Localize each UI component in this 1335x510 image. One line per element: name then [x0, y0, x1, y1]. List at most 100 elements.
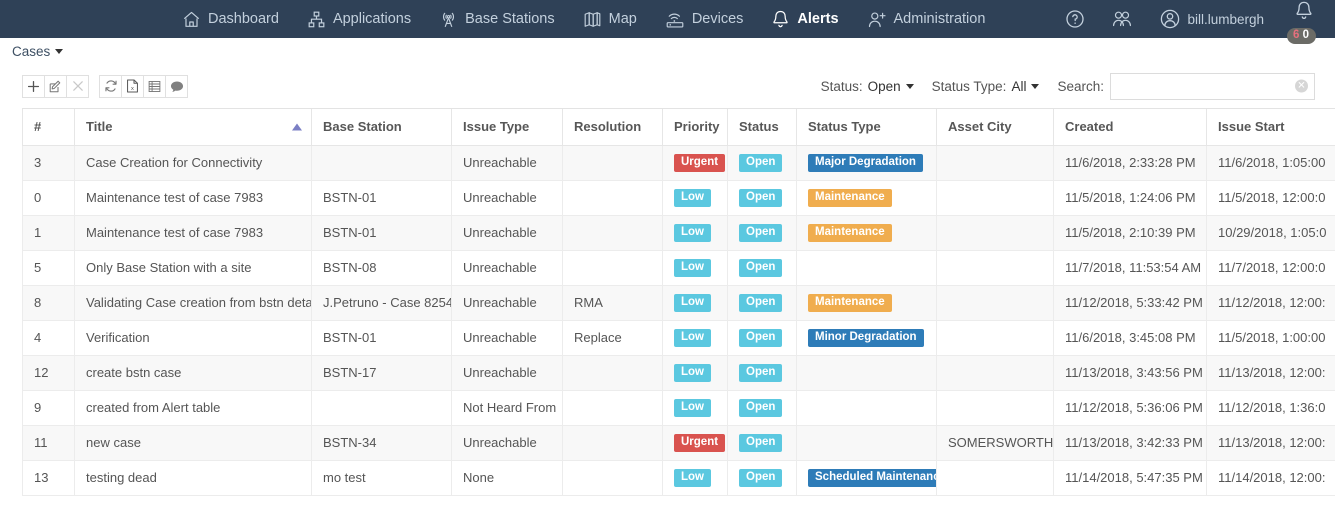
alerts-notification-button[interactable]: 6 0 [1277, 0, 1335, 44]
column-header-base-station[interactable]: Base Station [311, 109, 452, 146]
table-row[interactable]: 5 Only Base Station with a site BSTN-08 Unr… [22, 249, 1335, 286]
status-type-filter[interactable]: Status Type: All [932, 79, 1040, 94]
refresh-button[interactable] [99, 74, 122, 98]
column-header-issue-start[interactable]: Issue Start [1206, 109, 1335, 146]
cell-crea: 11/14/2018, 5:47:35 PM [1053, 459, 1207, 496]
stype-badge: Maintenance [808, 188, 892, 208]
cell-title: Maintenance test of case 7983 [74, 179, 312, 216]
cell-stat: Open [727, 459, 797, 496]
cell-res: Replace [562, 319, 663, 356]
search-filter: Search: ✕ [1057, 72, 1315, 100]
export-excel-button[interactable]: x [121, 74, 144, 98]
delete-button [66, 74, 89, 98]
cell-stat: Open [727, 424, 797, 461]
cell-num: 9 [22, 389, 75, 426]
cell-res [562, 459, 663, 496]
prio-badge: Low [674, 398, 711, 418]
search-label: Search: [1057, 78, 1104, 94]
cell-issue: Not Heard From [451, 389, 563, 426]
cell-city [936, 354, 1054, 391]
table-row[interactable]: 13 testing dead mo test None Low Open Schedule… [22, 459, 1335, 496]
cell-bstn: BSTN-01 [311, 179, 452, 216]
nav-item-map[interactable]: Map [569, 0, 651, 38]
nav-item-administration[interactable]: Administration [853, 0, 1000, 38]
caret-down-icon [1031, 83, 1040, 89]
nav-item-dashboard[interactable]: Dashboard [168, 0, 293, 38]
sitemap-icon [307, 10, 326, 29]
cell-title: new case [74, 424, 312, 461]
prio-badge: Low [674, 258, 711, 278]
cell-istart: 10/29/2018, 1:05:0 [1206, 214, 1335, 251]
column-header-priority[interactable]: Priority [662, 109, 728, 146]
cell-stat: Open [727, 389, 797, 426]
filter-bar: Status: Open Status Type: All Search: ✕ [821, 72, 1315, 100]
cell-stype: Maintenance [796, 284, 937, 321]
add-button[interactable] [22, 74, 45, 98]
cell-istart: 11/6/2018, 1:05:00 [1206, 144, 1335, 181]
edit-button[interactable] [44, 74, 67, 98]
column-header-title-label: Title [86, 119, 113, 135]
prio-badge: Low [674, 363, 711, 383]
cell-istart: 11/12/2018, 12:00: [1206, 284, 1335, 321]
columns-button[interactable] [143, 74, 166, 98]
bell-icon [1293, 0, 1315, 23]
status-type-filter-value[interactable]: All [1011, 79, 1040, 94]
status-filter-value[interactable]: Open [868, 79, 914, 94]
nav-item-devices[interactable]: Devices [651, 0, 758, 38]
cell-stype [796, 424, 937, 461]
clear-circle-icon[interactable]: ✕ [1295, 79, 1308, 93]
table-row[interactable]: 8 Validating Case creation from bstn deta… [22, 284, 1335, 321]
stat-badge: Open [739, 223, 783, 243]
cell-prio: Urgent [662, 144, 728, 181]
cell-bstn: BSTN-08 [311, 249, 452, 286]
cell-num: 0 [22, 179, 75, 216]
breadcrumb-cases[interactable]: Cases [12, 44, 64, 59]
cell-stype [796, 354, 937, 391]
cell-istart: 11/14/2018, 12:00: [1206, 459, 1335, 496]
cell-prio: Urgent [662, 424, 728, 461]
stat-badge: Open [739, 153, 783, 173]
column-header-title[interactable]: Title [74, 109, 312, 146]
caret-down-icon [55, 48, 64, 54]
help-button[interactable] [1052, 0, 1098, 38]
column-header-num[interactable]: # [22, 109, 75, 146]
table-row[interactable]: 9 created from Alert table Not Heard From L… [22, 389, 1335, 426]
column-header-asset-city[interactable]: Asset City [936, 109, 1054, 146]
stat-badge: Open [739, 398, 783, 418]
status-type-filter-label: Status Type: [931, 78, 1007, 94]
column-header-status[interactable]: Status [727, 109, 797, 146]
column-header-resolution[interactable]: Resolution [562, 109, 663, 146]
table-row[interactable]: 3 Case Creation for Connectivity Unreachab… [22, 144, 1335, 181]
cell-crea: 11/7/2018, 11:53:54 AM [1053, 249, 1207, 286]
excel-file-icon: x [126, 79, 139, 93]
column-header-issue-type[interactable]: Issue Type [451, 109, 563, 146]
users-button[interactable] [1098, 0, 1146, 38]
cell-title: created from Alert table [74, 389, 312, 426]
search-input[interactable] [1111, 73, 1314, 99]
table-row[interactable]: 4 Verification BSTN-01 Unreachable Replace Lo… [22, 319, 1335, 356]
cell-stat: Open [727, 179, 797, 216]
table-row[interactable]: 0 Maintenance test of case 7983 BSTN-01 Unr… [22, 179, 1335, 216]
nav-item-applications[interactable]: Applications [293, 0, 425, 38]
account-menu[interactable]: bill.lumbergh [1146, 0, 1277, 38]
table-row[interactable]: 12 create bstn case BSTN-17 Unreachable Low O… [22, 354, 1335, 391]
cell-title: Validating Case creation from bstn detai… [74, 284, 312, 321]
cell-istart: 11/12/2018, 1:36:0 [1206, 389, 1335, 426]
table-row[interactable]: 11 new case BSTN-34 Unreachable Urgent Open SO… [22, 424, 1335, 461]
prio-badge: Low [674, 188, 711, 208]
comment-button[interactable] [165, 74, 188, 98]
nav-item-label: Base Stations [465, 11, 555, 27]
cell-city [936, 249, 1054, 286]
stype-badge: Minor Degradation [808, 328, 924, 348]
status-filter[interactable]: Status: Open [821, 79, 914, 94]
column-header-created[interactable]: Created [1053, 109, 1207, 146]
cell-num: 13 [22, 459, 75, 496]
column-header-status-type[interactable]: Status Type [796, 109, 937, 146]
nav-item-base-stations[interactable]: Base Stations [425, 0, 568, 38]
table-row[interactable]: 1 Maintenance test of case 7983 BSTN-01 Unr… [22, 214, 1335, 251]
user-circle-icon [1159, 8, 1181, 30]
home-icon [182, 10, 201, 29]
cell-issue: Unreachable [451, 144, 563, 181]
cell-res [562, 424, 663, 461]
nav-item-alerts[interactable]: Alerts [757, 0, 852, 38]
